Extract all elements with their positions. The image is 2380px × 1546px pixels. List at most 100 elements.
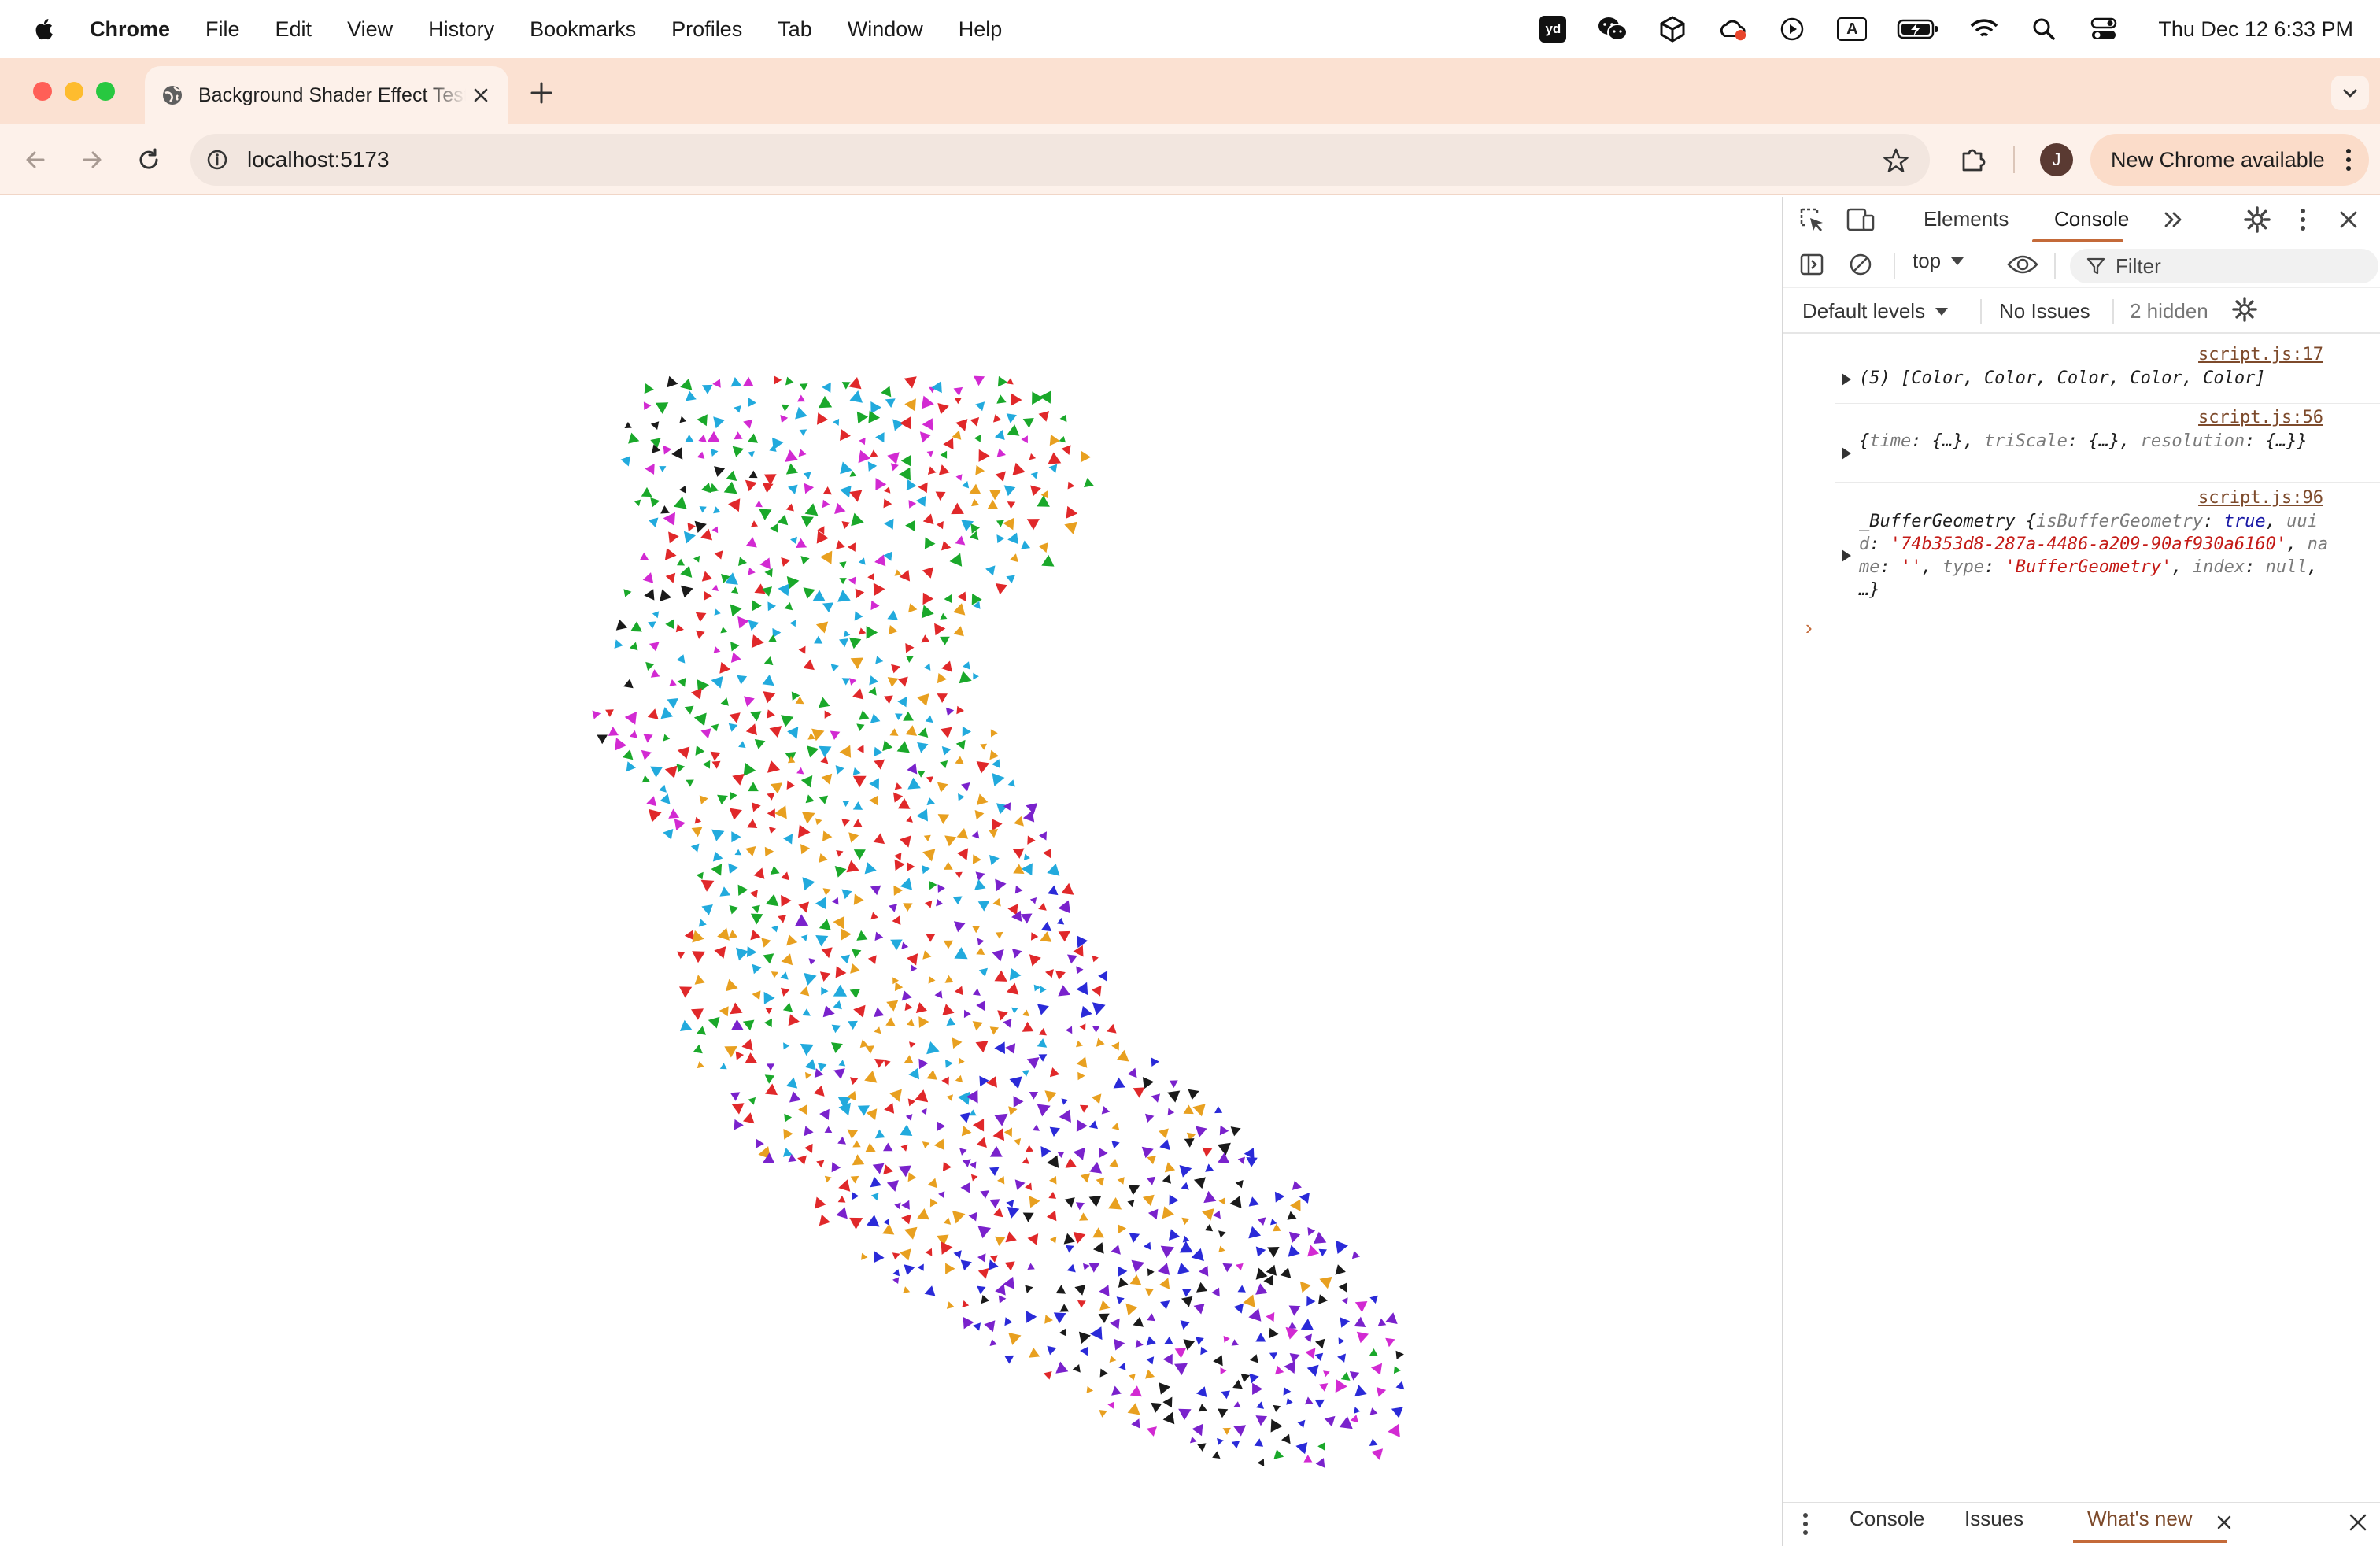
point-cloud-particle bbox=[781, 404, 789, 412]
console-log-message[interactable]: (5) [Color, Color, Color, Color, Color] bbox=[1859, 367, 2350, 390]
point-cloud-particle bbox=[814, 635, 823, 644]
menu-app-name[interactable]: Chrome bbox=[90, 17, 170, 42]
point-cloud-particle bbox=[959, 1148, 967, 1156]
back-button[interactable] bbox=[17, 142, 54, 178]
input-source-label: A bbox=[1837, 17, 1868, 41]
menu-help[interactable]: Help bbox=[959, 17, 1003, 42]
expand-triangle-icon[interactable] bbox=[1842, 549, 1851, 562]
point-cloud-particle bbox=[615, 619, 628, 631]
log-source-link[interactable]: script.js:96 bbox=[2198, 488, 2323, 508]
point-cloud-particle bbox=[691, 688, 702, 700]
point-cloud-particle bbox=[919, 431, 931, 443]
console-prompt[interactable]: › bbox=[1805, 616, 1813, 640]
menu-history[interactable]: History bbox=[428, 17, 494, 42]
profile-avatar[interactable]: J bbox=[2040, 143, 2073, 176]
point-cloud-particle bbox=[780, 971, 789, 980]
point-cloud-particle bbox=[698, 434, 707, 443]
wechat-icon[interactable] bbox=[1598, 14, 1628, 44]
log-source-link[interactable]: script.js:56 bbox=[2198, 408, 2323, 427]
address-bar[interactable]: localhost:5173 bbox=[190, 134, 1930, 186]
menu-file[interactable]: File bbox=[205, 17, 240, 42]
play-icon[interactable] bbox=[1777, 14, 1807, 44]
tab-search-button[interactable] bbox=[2331, 76, 2369, 110]
point-cloud-particle bbox=[874, 1007, 885, 1018]
tab-console[interactable]: Console bbox=[2054, 197, 2129, 242]
context-selector[interactable]: top bbox=[1913, 249, 1964, 273]
window-maximize-button[interactable] bbox=[96, 82, 115, 101]
customize-menu-icon[interactable] bbox=[2289, 205, 2317, 234]
settings-gear-icon[interactable] bbox=[2243, 205, 2271, 234]
console-log-message[interactable]: _BufferGeometry {isBufferGeometry: true,… bbox=[1859, 510, 2331, 601]
point-cloud-particle bbox=[894, 859, 905, 871]
unity-icon[interactable] bbox=[1658, 14, 1687, 44]
live-expression-eye-icon[interactable] bbox=[2005, 250, 2040, 279]
point-cloud-particle bbox=[692, 951, 706, 963]
youdao-icon[interactable]: yd bbox=[1538, 14, 1568, 44]
forward-button[interactable] bbox=[74, 142, 110, 178]
menu-tab[interactable]: Tab bbox=[778, 17, 812, 42]
shader-canvas[interactable] bbox=[0, 197, 1782, 1546]
point-cloud-particle bbox=[745, 479, 757, 492]
log-source-link[interactable]: script.js:17 bbox=[2198, 345, 2323, 364]
menu-profiles[interactable]: Profiles bbox=[671, 17, 742, 42]
site-info-icon[interactable] bbox=[205, 147, 230, 172]
window-close-button[interactable] bbox=[33, 82, 52, 101]
point-cloud-particle bbox=[1350, 1415, 1358, 1423]
drawer-menu-icon[interactable] bbox=[1791, 1510, 1820, 1538]
point-cloud-particle bbox=[1218, 1230, 1226, 1238]
inspect-element-icon[interactable] bbox=[1798, 205, 1826, 234]
new-tab-icon[interactable] bbox=[526, 77, 557, 109]
spotlight-icon[interactable] bbox=[2029, 14, 2059, 44]
window-minimize-button[interactable] bbox=[65, 82, 83, 101]
sidebar-toggle-icon[interactable] bbox=[1798, 250, 1826, 279]
console-settings-gear-icon[interactable] bbox=[2230, 295, 2259, 324]
device-toolbar-icon[interactable] bbox=[1846, 205, 1875, 234]
menu-bookmarks[interactable]: Bookmarks bbox=[530, 17, 636, 42]
menu-view[interactable]: View bbox=[347, 17, 393, 42]
wifi-icon[interactable] bbox=[1969, 14, 1999, 44]
point-cloud-particle bbox=[893, 852, 902, 861]
menu-clock[interactable]: Thu Dec 12 6:33 PM bbox=[2158, 17, 2353, 42]
extensions-button[interactable] bbox=[1955, 142, 1991, 178]
menu-edit[interactable]: Edit bbox=[275, 17, 312, 42]
expand-triangle-icon[interactable] bbox=[1842, 373, 1851, 386]
point-cloud-particle bbox=[676, 654, 686, 664]
devtools-panel: Elements Console top Filter Default leve… bbox=[1782, 197, 2380, 1546]
issues-counter[interactable]: No Issues bbox=[1999, 299, 2090, 324]
tab-elements[interactable]: Elements bbox=[1924, 197, 2009, 242]
point-cloud-particle bbox=[1040, 931, 1052, 942]
point-cloud-particle bbox=[997, 375, 1008, 387]
browser-tab-active[interactable]: Background Shader Effect Test bbox=[145, 66, 508, 124]
tab-close-icon[interactable] bbox=[469, 83, 493, 107]
expand-triangle-icon[interactable] bbox=[1842, 447, 1851, 460]
input-source-icon[interactable]: A bbox=[1837, 14, 1868, 44]
close-drawer-icon[interactable] bbox=[2344, 1508, 2372, 1537]
new-chrome-available-button[interactable]: New Chrome available bbox=[2090, 134, 2369, 186]
console-filter-input[interactable]: Filter bbox=[2070, 249, 2378, 283]
point-cloud-particle bbox=[1077, 1300, 1086, 1308]
apple-icon[interactable] bbox=[31, 16, 58, 43]
drawer-tab-whats-new[interactable]: What's new bbox=[2087, 1507, 2193, 1531]
log-levels-dropdown[interactable]: Default levels bbox=[1802, 299, 1949, 324]
menu-window[interactable]: Window bbox=[848, 17, 923, 42]
close-devtools-icon[interactable] bbox=[2334, 205, 2363, 234]
point-cloud-particle bbox=[1037, 1038, 1048, 1048]
point-cloud-particle bbox=[781, 894, 792, 907]
point-cloud-particle bbox=[798, 824, 811, 838]
drawer-tab-console[interactable]: Console bbox=[1850, 1507, 1924, 1531]
close-whats-new-icon[interactable] bbox=[2210, 1508, 2238, 1537]
reload-button[interactable] bbox=[131, 142, 167, 178]
creative-cloud-icon[interactable] bbox=[1717, 14, 1747, 44]
youdao-badge: yd bbox=[1539, 16, 1567, 43]
point-cloud-particle bbox=[1007, 501, 1016, 509]
url-text[interactable]: localhost:5173 bbox=[247, 147, 390, 172]
control-center-icon[interactable] bbox=[2089, 14, 2119, 44]
clear-console-icon[interactable] bbox=[1846, 250, 1875, 279]
battery-icon[interactable] bbox=[1897, 14, 1939, 44]
drawer-tab-issues[interactable]: Issues bbox=[1964, 1507, 2023, 1531]
console-log-message[interactable]: {time: {…}, triScale: {…}, resolution: {… bbox=[1859, 430, 2331, 453]
more-tabs-icon[interactable] bbox=[2160, 205, 2188, 234]
point-cloud-particle bbox=[1233, 1303, 1244, 1314]
bookmark-star-icon[interactable] bbox=[1883, 147, 1909, 174]
point-cloud-particle bbox=[875, 656, 884, 664]
